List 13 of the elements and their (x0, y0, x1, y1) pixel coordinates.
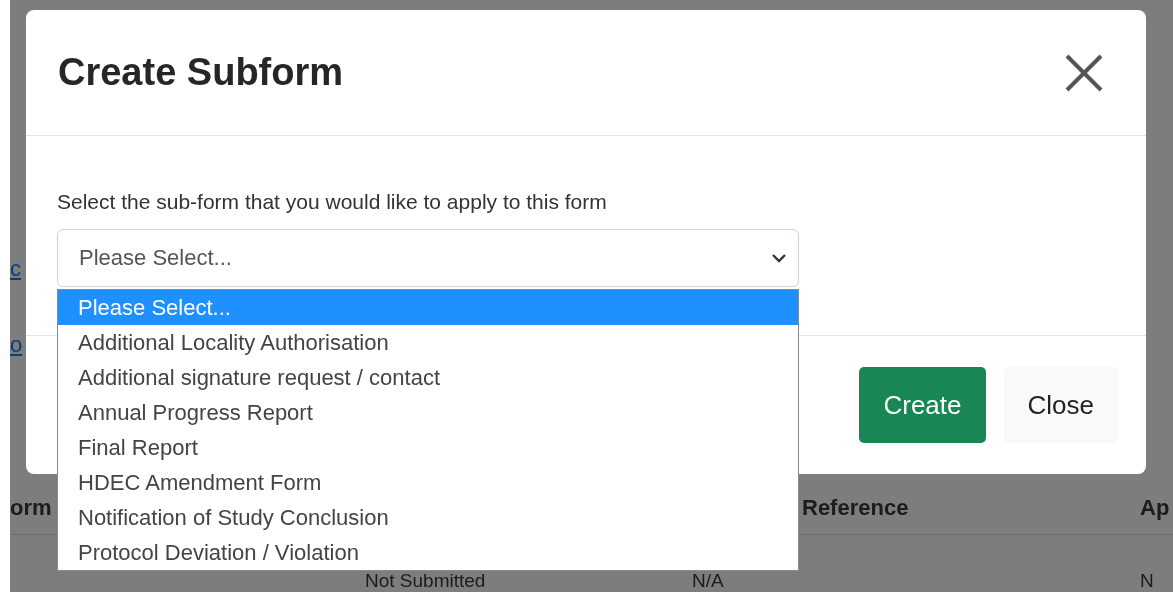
table-cell: N/A (692, 570, 724, 591)
column-header: Ap (1140, 495, 1170, 521)
table-cell: N (1140, 570, 1154, 591)
field-label: Select the sub-form that you would like to apply to this form (57, 190, 608, 214)
column-header: Reference (801, 495, 909, 521)
table-cell-text: Not Submitted (364, 570, 486, 591)
close-button[interactable]: Close (1003, 367, 1118, 443)
column-header: orm (10, 495, 52, 521)
close-icon (1064, 52, 1104, 93)
subform-select[interactable]: Please Select... (57, 229, 799, 287)
modal-title: Create Subform (58, 51, 344, 94)
chevron-icon (772, 253, 786, 263)
create-button[interactable]: Create (859, 367, 986, 443)
